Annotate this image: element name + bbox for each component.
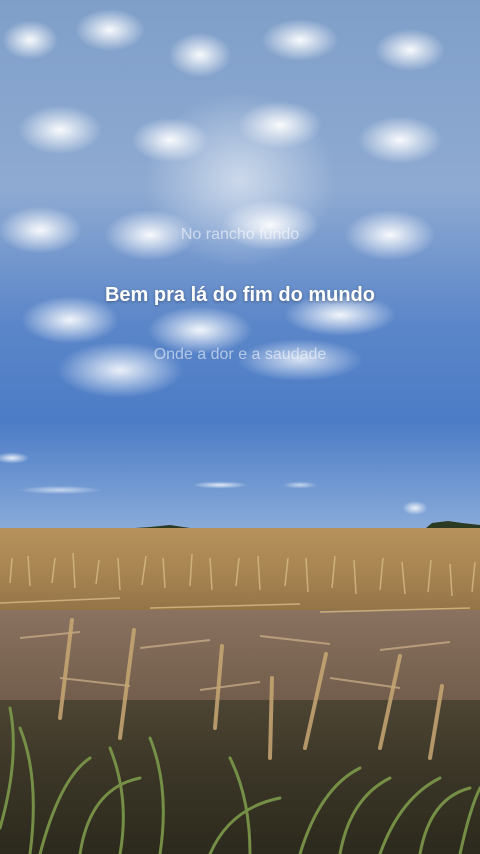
lyric-next-line: Onde a dor e a saudade [153,346,327,363]
lyric-previous-line: No rancho fundo [180,226,300,243]
corn-stubble [0,552,480,854]
video-frame: No rancho fundo Bem pra lá do fim do mun… [0,0,480,854]
lyric-current-line: Bem pra lá do fim do mundo [104,284,375,306]
cloud-layer [0,0,480,430]
